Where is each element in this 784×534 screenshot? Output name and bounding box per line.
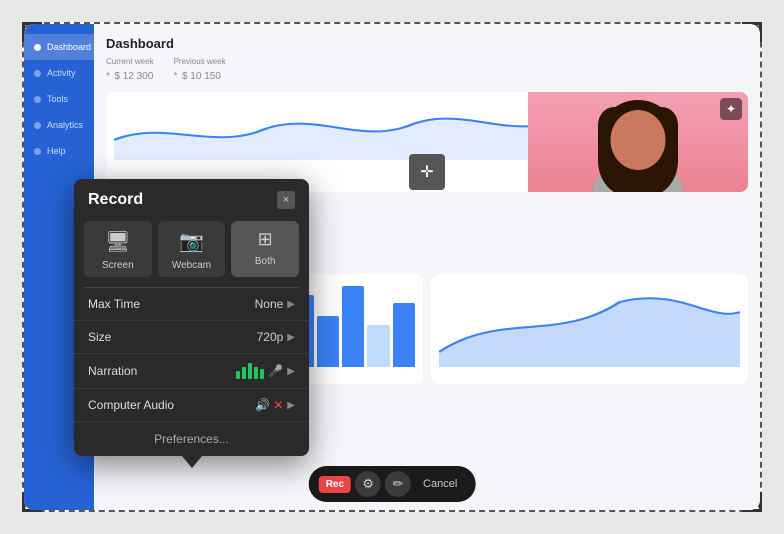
max-time-text: None: [255, 297, 284, 311]
page-title: Dashboard: [106, 36, 748, 51]
bar-10: [342, 286, 364, 367]
record-panel: Record × 🖥 Screen 📷 Webcam ⊞ Both Max Ti…: [74, 179, 309, 456]
rec-badge: Rec: [319, 476, 351, 493]
stat-current: Current week * $ 12 300: [106, 57, 154, 84]
webcam-mode-label: Webcam: [172, 260, 211, 271]
size-text: 720p: [257, 330, 284, 344]
max-time-label: Max Time: [88, 297, 140, 311]
both-label: Both: [255, 256, 276, 267]
narration-label: Narration: [88, 364, 137, 378]
sidebar-item-activity[interactable]: Activity: [24, 60, 94, 86]
previous-value: * $ 10 150: [174, 66, 226, 84]
screen-icon: 🖥: [105, 229, 130, 254]
wand-icon[interactable]: ✦: [720, 98, 742, 120]
computer-audio-value: 🔊 ✕ ▶: [255, 398, 295, 412]
mode-buttons: 🖥 Screen 📷 Webcam ⊞ Both: [74, 217, 309, 287]
screen-label: Screen: [102, 260, 134, 271]
size-arrow[interactable]: ▶: [287, 332, 295, 343]
slider-bar-2: [242, 367, 246, 379]
slider-bar-1: [236, 371, 240, 379]
sidebar-item-tools[interactable]: Tools: [24, 86, 94, 112]
sidebar-label-analytics: Analytics: [47, 120, 83, 130]
area-chart-svg: [439, 282, 740, 367]
computer-audio-row: Computer Audio 🔊 ✕ ▶: [74, 389, 309, 422]
stats-row: Current week * $ 12 300 Previous week * …: [106, 57, 748, 84]
webcam-overlay: ✦ Webcam ▼: [528, 92, 748, 192]
narration-value: 🎤 ▶: [236, 363, 295, 379]
preferences-button[interactable]: Preferences...: [74, 422, 309, 456]
audio-arrow[interactable]: ▶: [287, 400, 295, 411]
main-frame: Dashboard Activity Tools Analytics Help …: [22, 22, 762, 512]
sidebar-label-dashboard: Dashboard: [47, 42, 91, 52]
slider-bar-4: [254, 367, 258, 379]
sidebar-item-dashboard[interactable]: Dashboard: [24, 34, 94, 60]
sidebar-label-help: Help: [47, 146, 66, 156]
bar-9: [317, 316, 339, 367]
sidebar-item-help[interactable]: Help: [24, 138, 94, 164]
max-time-arrow[interactable]: ▶: [287, 299, 295, 310]
bar-11: [367, 325, 389, 368]
size-label: Size: [88, 330, 111, 344]
stat-previous: Previous week * $ 10 150: [174, 57, 226, 84]
slider-bar-3: [248, 363, 252, 379]
current-value: * $ 12 300: [106, 66, 154, 84]
size-row: Size 720p ▶: [74, 321, 309, 354]
current-week-label: Current week: [106, 57, 154, 66]
mute-x-icon: ✕: [273, 398, 283, 412]
move-drag-icon[interactable]: ✛: [409, 154, 445, 190]
record-close-button[interactable]: ×: [277, 191, 295, 209]
narration-arrow[interactable]: ▶: [287, 366, 295, 377]
mode-screen-button[interactable]: 🖥 Screen: [84, 221, 152, 277]
previous-week-label: Previous week: [174, 57, 226, 66]
speaker-icon: 🔊: [255, 398, 270, 412]
record-panel-header: Record ×: [74, 179, 309, 217]
webcam-person: [528, 92, 748, 192]
bottom-toolbar: Rec ⚙ ✏ Cancel: [309, 466, 476, 502]
area-chart-area: [431, 274, 748, 384]
audio-muted: 🔊 ✕: [255, 398, 283, 412]
sidebar-item-analytics[interactable]: Analytics: [24, 112, 94, 138]
bar-12: [393, 303, 415, 367]
narration-slider: [236, 363, 264, 379]
max-time-row: Max Time None ▶: [74, 288, 309, 321]
webcam-mode-icon: 📷: [179, 229, 204, 254]
sidebar-label-tools: Tools: [47, 94, 68, 104]
sidebar-label-activity: Activity: [47, 68, 76, 78]
gear-button[interactable]: ⚙: [355, 471, 381, 497]
sidebar-dot-activity: [34, 70, 41, 77]
computer-audio-label: Computer Audio: [88, 398, 174, 412]
narration-row: Narration 🎤 ▶: [74, 354, 309, 389]
both-icon: ⊞: [258, 229, 273, 250]
record-title: Record: [88, 191, 143, 209]
mode-both-button[interactable]: ⊞ Both: [231, 221, 299, 277]
record-panel-tail: [182, 456, 202, 468]
max-time-value: None ▶: [255, 297, 295, 311]
size-value: 720p ▶: [257, 330, 295, 344]
slider-bar-5: [260, 369, 264, 379]
mic-icon: 🎤: [268, 364, 283, 378]
sidebar-dot-help: [34, 148, 41, 155]
sidebar-dot: [34, 44, 41, 51]
cancel-button[interactable]: Cancel: [415, 475, 465, 493]
mode-webcam-button[interactable]: 📷 Webcam: [158, 221, 226, 277]
slider-bars: [236, 363, 264, 379]
sidebar-dot-tools: [34, 96, 41, 103]
sidebar-dot-analytics: [34, 122, 41, 129]
pencil-button[interactable]: ✏: [385, 471, 411, 497]
